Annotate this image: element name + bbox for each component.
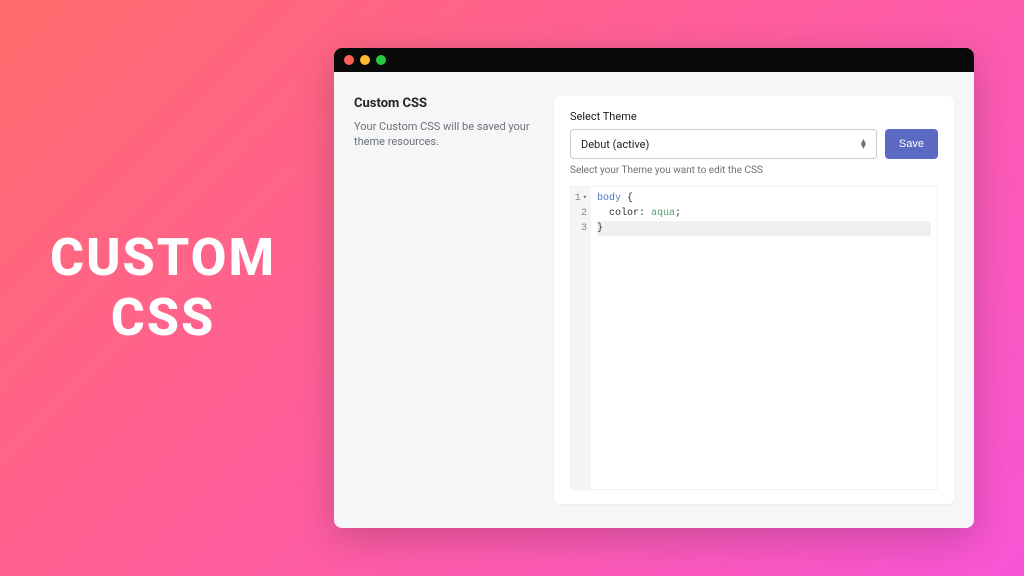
gutter-line: 1▾ [575,191,587,206]
code-line[interactable]: body { [597,191,931,206]
app-window: Custom CSS Your Custom CSS will be saved… [334,48,974,528]
close-icon[interactable] [344,55,354,65]
gutter-line: 3 [575,221,587,236]
window-titlebar [334,48,974,72]
window-content: Custom CSS Your Custom CSS will be saved… [334,72,974,528]
minimize-icon[interactable] [360,55,370,65]
theme-selected-value: Debut (active) [581,138,649,151]
left-pane: Custom CSS Your Custom CSS will be saved… [354,96,534,504]
section-description: Your Custom CSS will be saved your theme… [354,119,534,150]
section-title: Custom CSS [354,96,534,111]
hero-title: CUSTOM CSS [50,228,276,348]
theme-label: Select Theme [570,110,938,123]
code-line[interactable]: color: aqua; [597,206,931,221]
editor-code[interactable]: body { color: aqua;} [591,187,937,489]
editor-gutter: 1▾23 [571,187,591,489]
fold-marker-icon[interactable]: ▾ [583,191,587,206]
right-pane: Select Theme Debut (active) ▴▾ Save Sele… [554,96,954,504]
maximize-icon[interactable] [376,55,386,65]
save-button[interactable]: Save [885,129,938,159]
theme-select-row: Debut (active) ▴▾ Save [570,129,938,159]
hero-line2: CSS [50,288,276,348]
select-chevron-icon: ▴▾ [861,139,866,149]
gutter-line: 2 [575,206,587,221]
theme-select[interactable]: Debut (active) ▴▾ [570,129,877,159]
theme-helper-text: Select your Theme you want to edit the C… [570,165,938,176]
code-line[interactable]: } [597,221,931,236]
hero-line1: CUSTOM [50,228,276,288]
css-editor[interactable]: 1▾23 body { color: aqua;} [570,186,938,490]
